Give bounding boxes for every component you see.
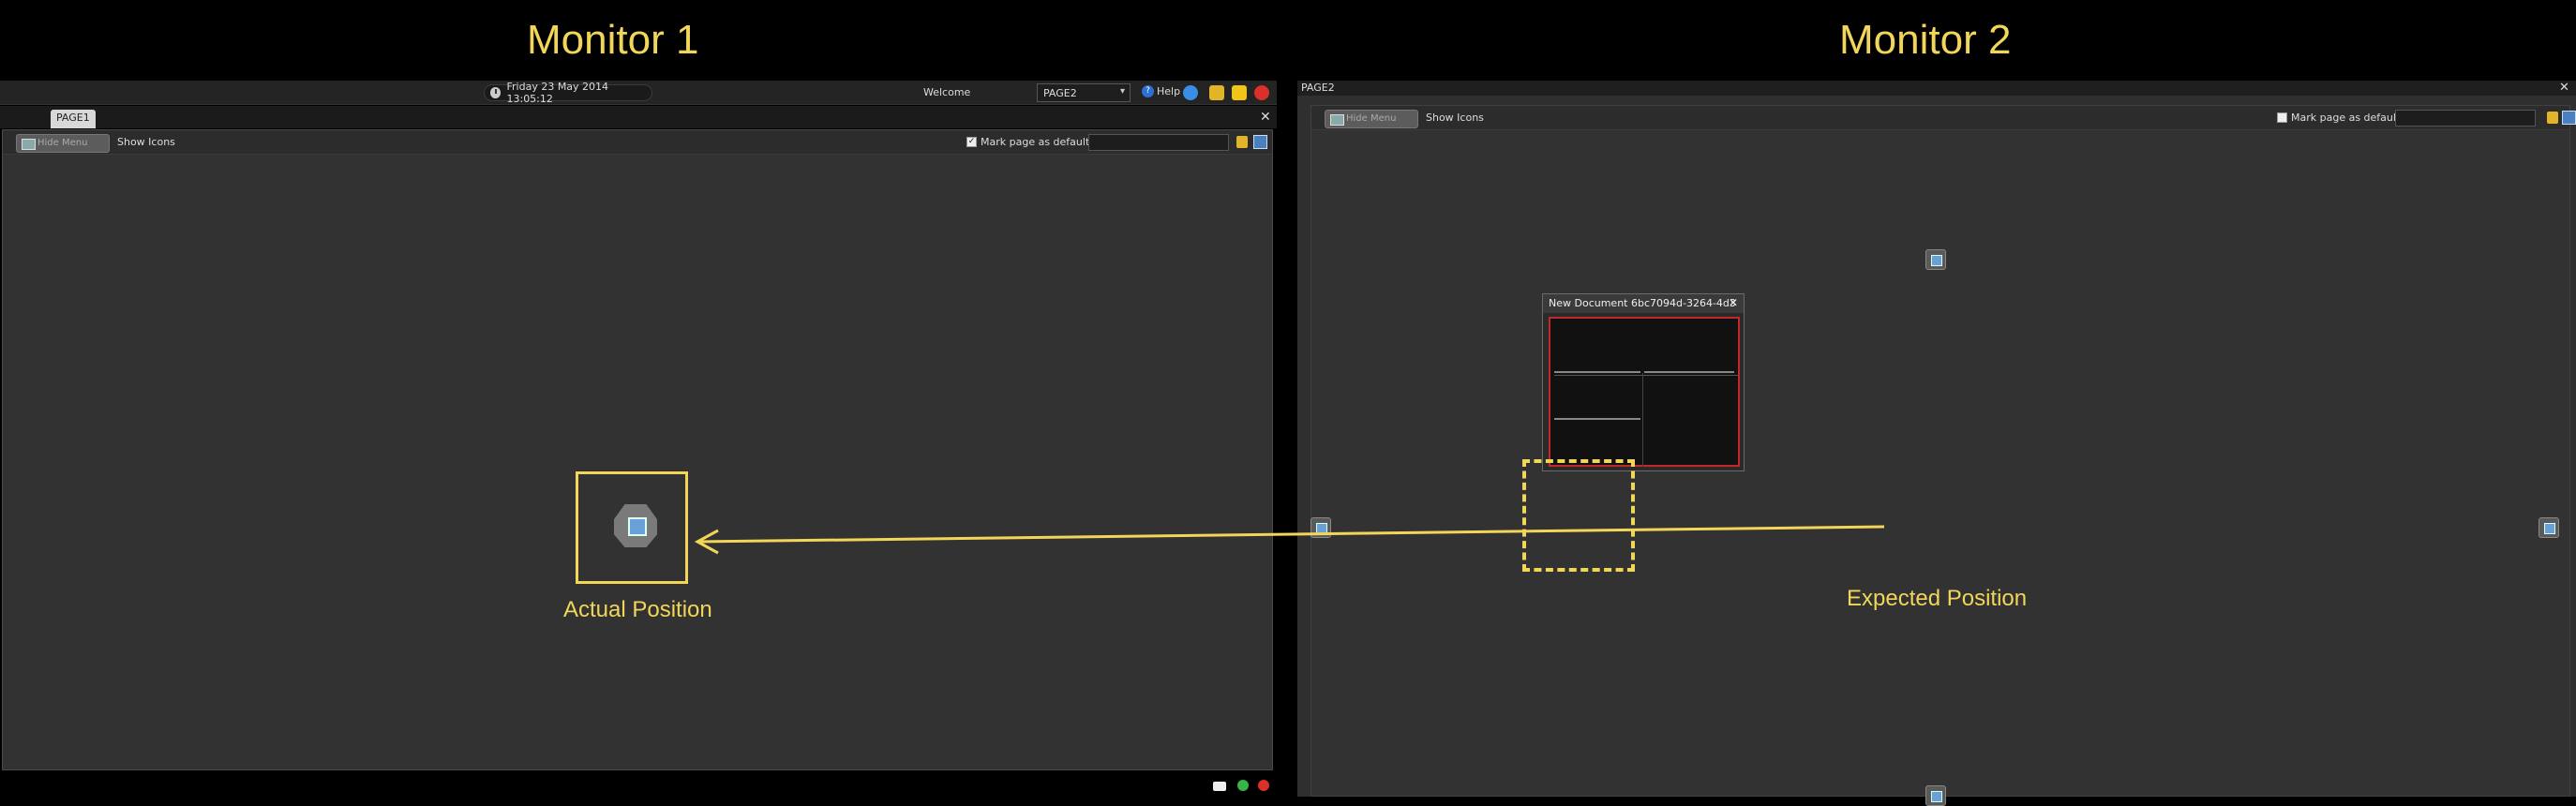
widget-icon[interactable] — [614, 504, 657, 547]
close-icon[interactable]: ✕ — [1260, 110, 1271, 125]
page-select[interactable]: PAGE2 ▾ — [1037, 83, 1131, 102]
top-bar: Friday 23 May 2014 13:05:12 Welcome PAGE… — [0, 81, 1277, 105]
mark-default-label: Mark page as default — [981, 136, 1090, 148]
page-panel: Hide Menu Show Icons ✓ Mark page as defa… — [2, 129, 1273, 770]
save-icon[interactable] — [1253, 135, 1267, 149]
monitor-2-screen: PAGE2 ✕ Hide Menu Show Icons Mark page a… — [1297, 81, 2576, 797]
monitor-1-screen: Friday 23 May 2014 13:05:12 Welcome PAGE… — [0, 81, 1277, 797]
power-icon[interactable] — [1254, 85, 1269, 100]
lock-icon[interactable] — [1209, 85, 1224, 100]
lock-icon[interactable] — [2547, 112, 2558, 124]
tab-page1[interactable]: PAGE1 — [51, 110, 96, 128]
page-panel: Hide Menu Show Icons Mark page as defaul… — [1310, 105, 2576, 797]
mail-icon[interactable] — [1213, 782, 1226, 791]
page-toolbar: Hide Menu Show Icons ✓ Mark page as defa… — [3, 130, 1272, 155]
dock-bottom-icon[interactable] — [1925, 785, 1946, 806]
dock-right-icon[interactable] — [2539, 517, 2559, 538]
search-input[interactable] — [2395, 110, 2536, 127]
document-title: New Document 6bc7094d-3264-4d3 — [1543, 294, 1744, 313]
status-red-icon — [1258, 780, 1269, 791]
expected-position-label: Expected Position — [1847, 586, 2028, 611]
window-titlebar: PAGE2 — [1297, 81, 2576, 96]
close-icon[interactable]: ✕ — [1729, 296, 1738, 309]
hide-menu-button[interactable]: Hide Menu — [16, 134, 110, 153]
clock-icon — [490, 87, 502, 98]
clock-display: Friday 23 May 2014 13:05:12 — [484, 81, 652, 105]
page-toolbar: Hide Menu Show Icons Mark page as defaul… — [1311, 106, 2576, 130]
mark-default-checkbox[interactable]: ✓ Mark page as default — [966, 136, 1089, 148]
note-icon[interactable] — [1232, 85, 1247, 100]
taskbar — [0, 772, 1277, 797]
document-thumbnail — [1549, 317, 1740, 467]
tab-row: PAGE1 ✕ — [0, 106, 1277, 128]
gear-icon[interactable] — [1183, 85, 1198, 100]
monitor-1-title: Monitor 1 — [527, 17, 699, 63]
document-window[interactable]: New Document 6bc7094d-3264-4d3 ✕ — [1542, 293, 1745, 471]
welcome-text: Welcome — [923, 86, 971, 98]
chevron-down-icon: ▾ — [1119, 86, 1125, 97]
monitor-icon[interactable] — [1925, 249, 1946, 270]
page-select-value: PAGE2 — [1043, 87, 1077, 99]
expected-position-marker — [1522, 459, 1635, 572]
close-icon[interactable]: ✕ — [2559, 81, 2569, 95]
monitor-2-title: Monitor 2 — [1839, 17, 2012, 63]
search-input[interactable] — [1088, 134, 1229, 151]
show-icons-button[interactable]: Show Icons — [117, 136, 175, 148]
actual-position-label: Actual Position — [563, 597, 712, 622]
help-button[interactable]: ? Help — [1142, 85, 1180, 97]
dock-left-icon[interactable] — [1310, 517, 1331, 538]
status-green-icon — [1237, 780, 1249, 791]
help-icon: ? — [1142, 85, 1154, 97]
actual-position-marker — [576, 471, 688, 584]
show-icons-button[interactable]: Show Icons — [1426, 112, 1484, 124]
help-label: Help — [1157, 85, 1181, 97]
mark-default-label: Mark page as default — [2291, 112, 2401, 124]
mark-default-checkbox[interactable]: Mark page as default — [2277, 112, 2400, 124]
save-icon[interactable] — [2562, 111, 2576, 125]
checkbox-icon — [2277, 112, 2287, 123]
hide-menu-button[interactable]: Hide Menu — [1325, 110, 1418, 128]
clock-text: Friday 23 May 2014 13:05:12 — [506, 81, 609, 105]
lock-icon[interactable] — [1236, 136, 1248, 148]
checkbox-icon: ✓ — [966, 137, 977, 147]
